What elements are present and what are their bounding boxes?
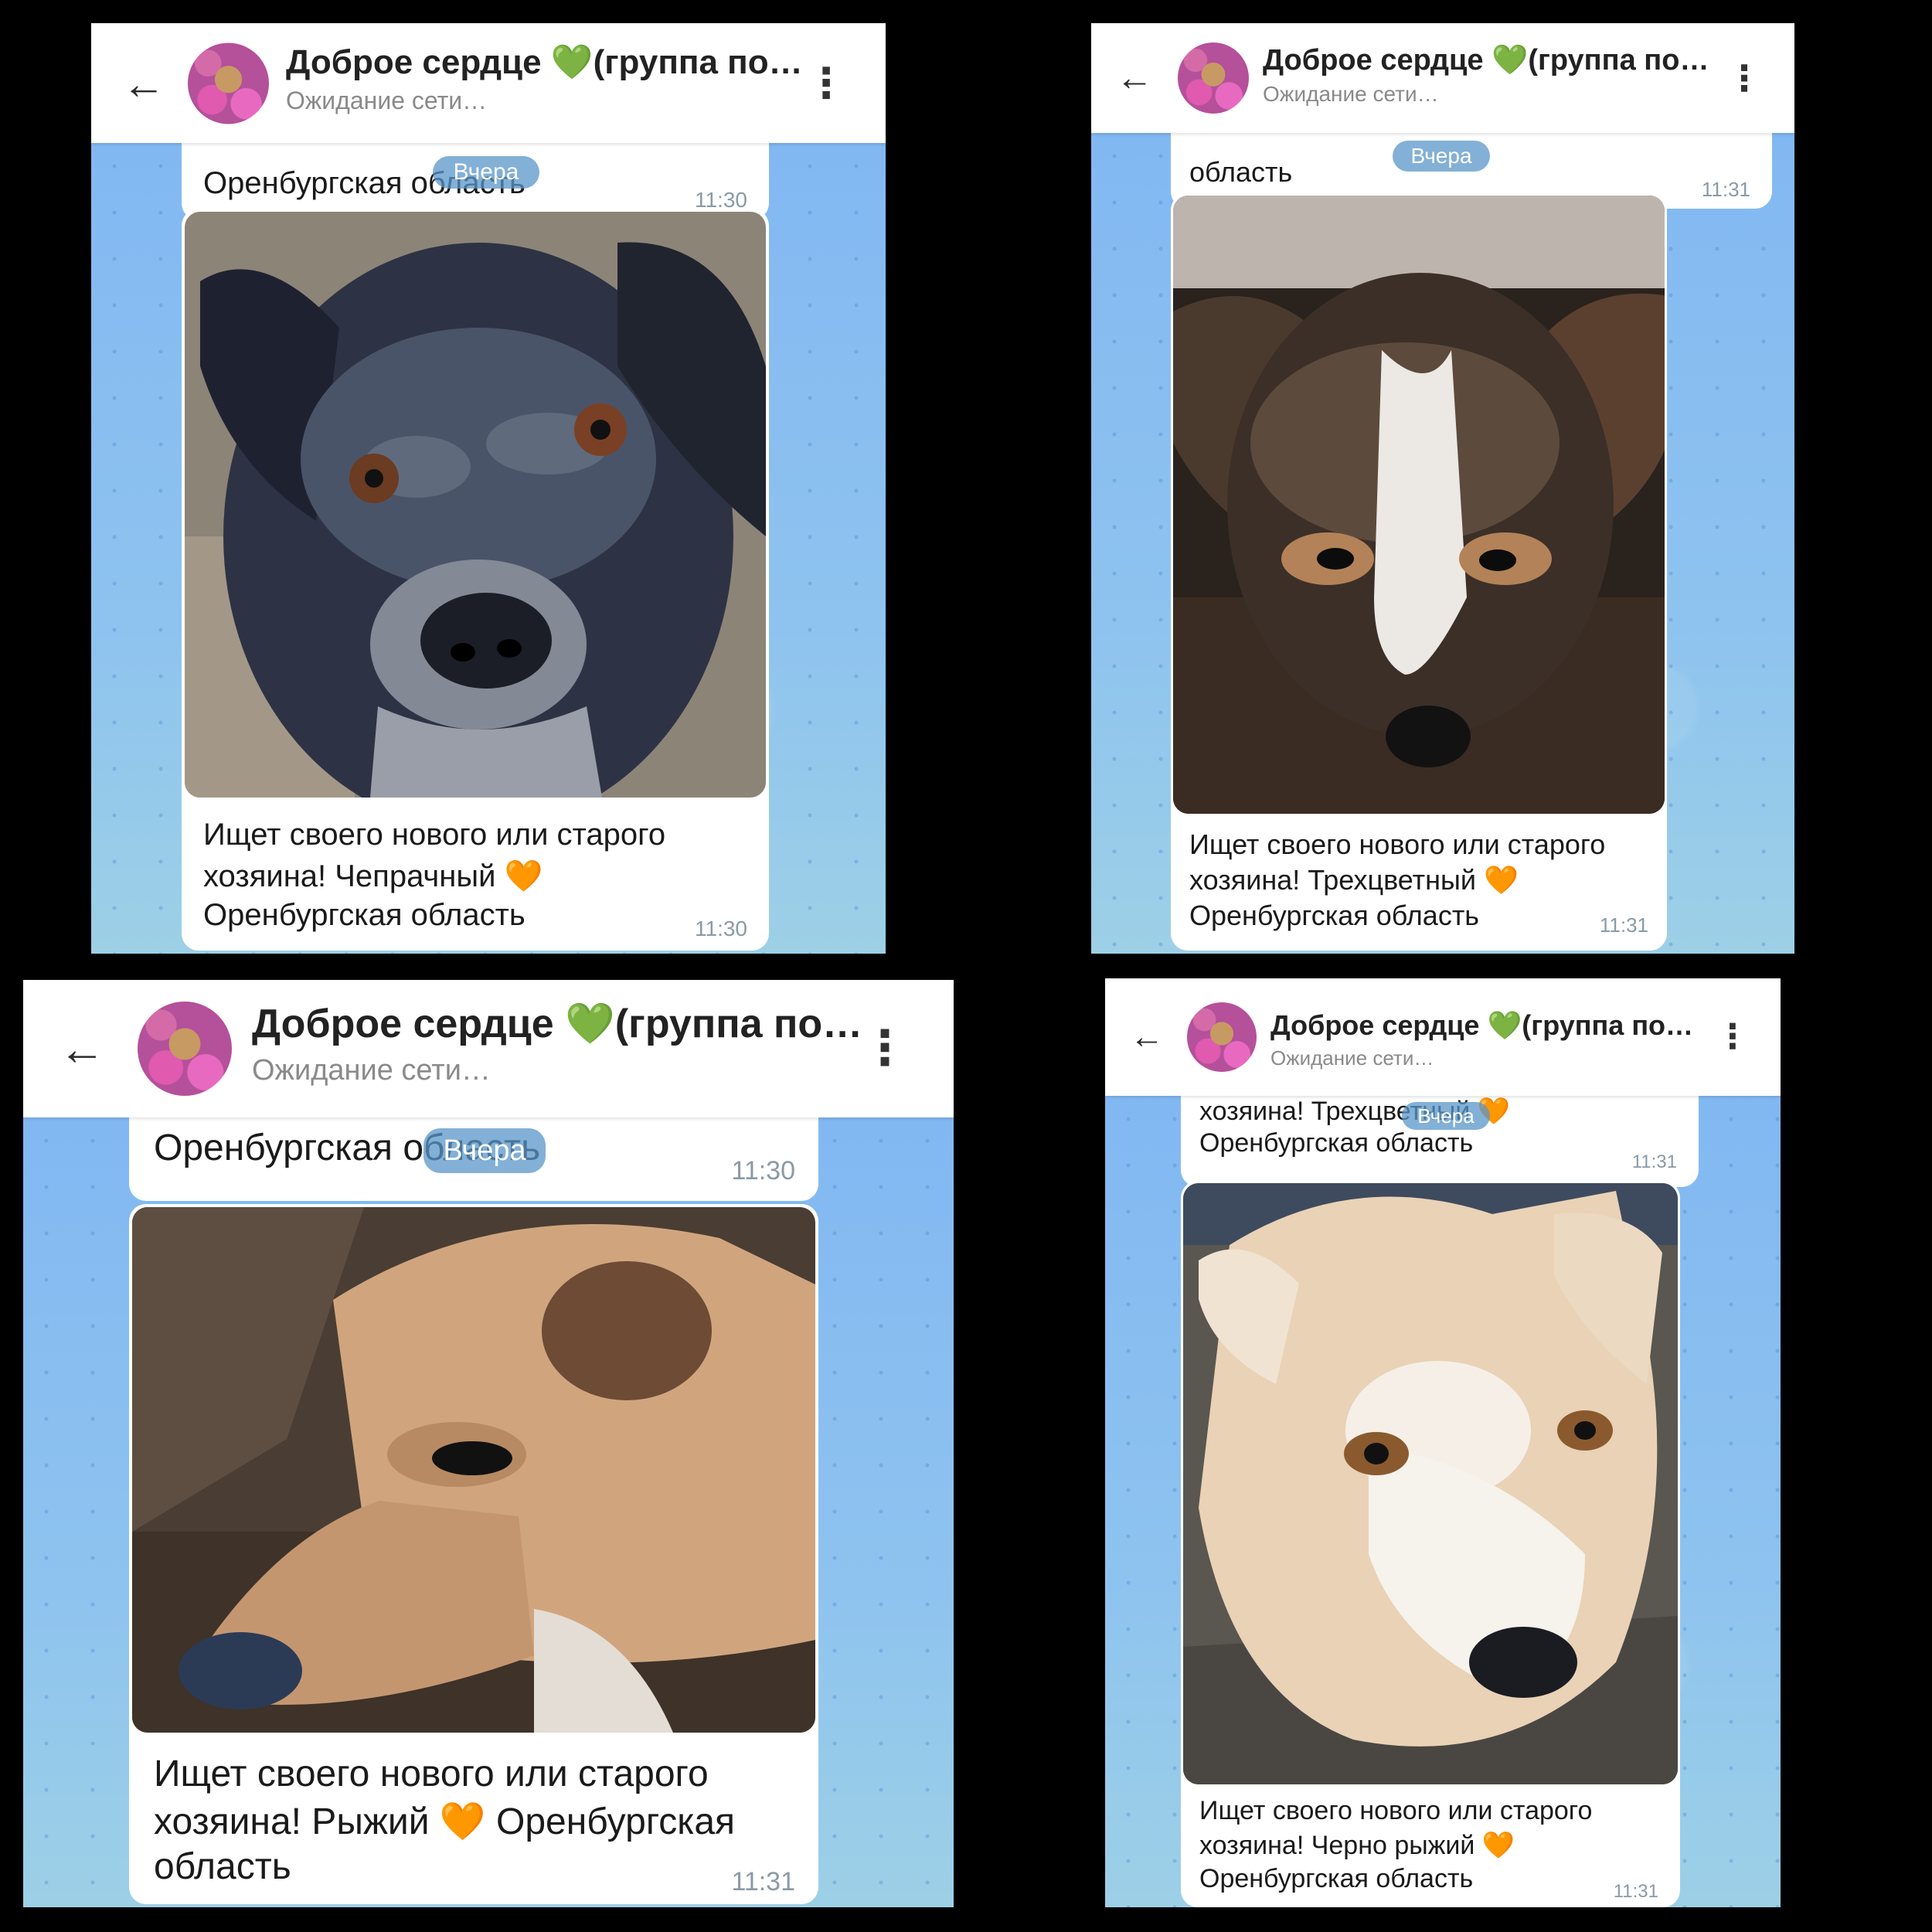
chat-screenshot-2: ← Доброе сердце 💚(группа по… Ожидание се…	[1091, 23, 1794, 954]
caption-line-3: Оренбургская область	[203, 898, 526, 932]
caption-line-3: Оренбургская область	[1189, 900, 1480, 931]
chat-status: Ожидание сети…	[252, 1054, 491, 1087]
dog-photo-svg	[132, 1207, 815, 1733]
message-time: 11:31	[1599, 913, 1648, 937]
more-menu-icon[interactable]: ⋮	[861, 1025, 909, 1073]
caption-line-1: Ищет своего нового или старого	[1189, 828, 1606, 860]
caption-line-1: Ищет своего нового или старого	[154, 1753, 709, 1794]
chat-screenshot-4: ← Доброе сердце 💚(группа по… Ожидание се…	[1105, 978, 1781, 1907]
more-menu-icon[interactable]: ⋮	[1716, 1020, 1750, 1054]
more-menu-icon[interactable]: ⋮	[805, 63, 847, 104]
chat-title[interactable]: Доброе сердце 💚(группа по…	[286, 42, 803, 82]
photo-message-bubble: Ищет своего нового или старого хозяина! …	[1171, 193, 1667, 951]
message-time: 11:31	[1631, 1151, 1677, 1172]
photo-message-bubble: Ищет своего нового или старого хозяина! …	[1181, 1181, 1680, 1907]
chat-header: ← Доброе сердце 💚(группа по… Ожидание се…	[1091, 23, 1794, 133]
message-time: 11:31	[1701, 178, 1750, 201]
caption-line-2: хозяина! Черно рыжий 🧡	[1199, 1831, 1515, 1860]
caption-line-1: Ищет своего нового или старого	[1199, 1796, 1593, 1825]
chat-title[interactable]: Доброе сердце 💚(группа по…	[252, 1000, 862, 1047]
avatar[interactable]	[138, 1002, 232, 1096]
back-arrow-icon[interactable]: ←	[1116, 57, 1153, 100]
photo-message-bubble: Ищет своего нового или старого хозяина! …	[182, 209, 769, 951]
caption-line-3: Оренбургская область	[1199, 1864, 1474, 1893]
caption-line-1: Ищет своего нового или старого	[203, 818, 666, 852]
chat-header: ← Доброе сердце 💚(группа по… Ожидание се…	[23, 980, 954, 1117]
back-arrow-icon[interactable]: ←	[122, 58, 165, 108]
date-chip: Вчера	[1402, 1102, 1490, 1130]
avatar[interactable]	[1187, 1002, 1257, 1072]
avatar[interactable]	[1178, 43, 1249, 114]
chat-header: ← Доброе сердце 💚(группа по… Ожидание се…	[1105, 978, 1781, 1096]
avatar[interactable]	[188, 43, 269, 124]
back-arrow-icon[interactable]: ←	[59, 1022, 105, 1076]
message-time: 11:31	[731, 1867, 795, 1896]
chat-title[interactable]: Доброе сердце 💚(группа по…	[1263, 43, 1709, 77]
dog-photo-svg	[1183, 1183, 1678, 1784]
more-menu-icon[interactable]: ⋮	[1726, 60, 1762, 96]
dog-photo-svg	[185, 212, 766, 798]
caption-line-2: хозяина! Чепрачный 🧡	[203, 859, 543, 893]
dog-photo[interactable]	[185, 212, 766, 798]
dog-photo-svg	[1173, 196, 1665, 814]
caption-line-2: хозяина! Трехцветный 🧡	[1189, 864, 1519, 896]
dog-photo[interactable]	[132, 1207, 815, 1733]
date-chip: Вчера	[1393, 141, 1490, 172]
chat-screenshot-1: ← Доброе сердце 💚(группа по… Ожидание се…	[91, 23, 886, 954]
date-chip: Вчера	[433, 156, 539, 189]
chat-status: Ожидание сети…	[1270, 1046, 1434, 1070]
chat-status: Ожидание сети…	[286, 87, 488, 114]
date-chip: Вчера	[423, 1128, 546, 1173]
photo-message-bubble: Ищет своего нового или старого хозяина! …	[129, 1204, 818, 1904]
caption-line-2: хозяина! Рыжий 🧡 Оренбургская	[154, 1801, 736, 1842]
caption-line-3: область	[154, 1846, 291, 1887]
chat-header: ← Доброе сердце 💚(группа по… Ожидание се…	[91, 23, 886, 143]
back-arrow-icon[interactable]: ←	[1130, 1018, 1164, 1056]
previous-message-line-2: Оренбургская область	[1199, 1128, 1474, 1158]
chat-status: Ожидание сети…	[1263, 82, 1439, 106]
chat-screenshot-3: ← Доброе сердце 💚(группа по… Ожидание се…	[23, 980, 954, 1907]
dog-photo[interactable]	[1173, 196, 1665, 814]
chat-title[interactable]: Доброе сердце 💚(группа по…	[1270, 1009, 1693, 1042]
message-time: 11:30	[731, 1156, 795, 1185]
message-time: 11:31	[1613, 1881, 1658, 1902]
message-time: 11:30	[695, 917, 747, 940]
dog-photo[interactable]	[1183, 1183, 1678, 1784]
previous-message-text: область	[1189, 156, 1293, 188]
